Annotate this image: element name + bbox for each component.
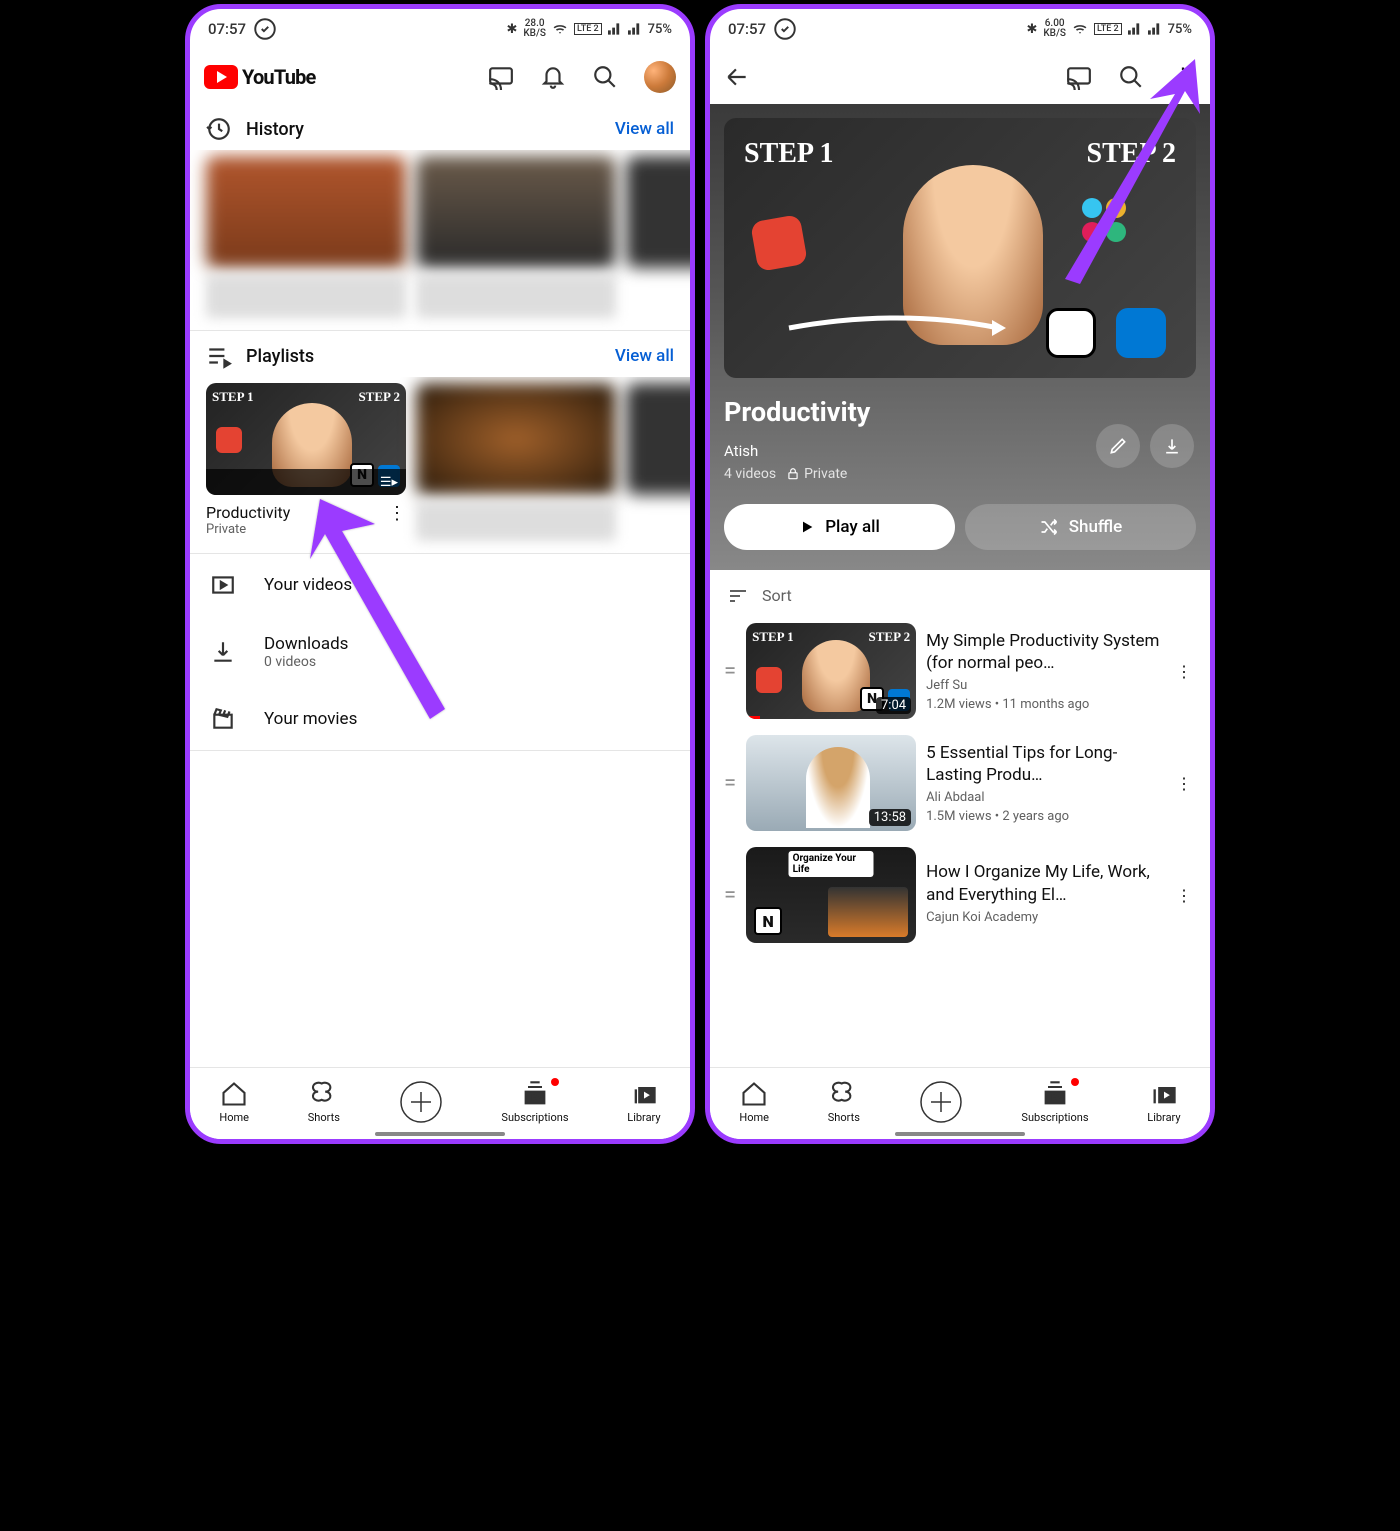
nav-shorts[interactable]: Shorts	[308, 1080, 340, 1124]
network-rate: 6.00KB/S	[1043, 19, 1066, 39]
volte-icon: LTE 2	[574, 23, 602, 35]
playlists-list[interactable]: STEP 1 STEP 2 N ☰▸ Productivity Private …	[190, 377, 690, 553]
network-rate: 28.0KB/S	[523, 19, 546, 39]
bell-icon[interactable]	[540, 64, 566, 90]
subscriptions-icon	[1041, 1080, 1069, 1108]
edit-button[interactable]	[1096, 424, 1140, 468]
nav-home[interactable]: Home	[219, 1080, 249, 1124]
video-more-icon[interactable]: ⋮	[1172, 882, 1196, 909]
status-bar: 07:57 ✱ 28.0KB/S LTE 2 75%	[190, 9, 690, 49]
movies-item[interactable]: Your movies	[190, 688, 690, 751]
library-icon	[1150, 1080, 1178, 1108]
nav-create[interactable]	[919, 1080, 963, 1124]
playlist-title: Productivity	[206, 503, 290, 522]
signal-icon-1	[1128, 23, 1142, 35]
search-icon[interactable]	[592, 64, 618, 90]
playlist-hero: STEP 1 STEP 2 N Productivity Atish 4 vid…	[710, 104, 1210, 570]
playlist-hero-thumb[interactable]: STEP 1 STEP 2 N	[724, 118, 1196, 378]
plus-circle-icon	[399, 1080, 443, 1124]
nav-subscriptions[interactable]: Subscriptions	[501, 1080, 568, 1124]
downloads-item[interactable]: Downloads 0 videos	[190, 616, 690, 688]
bluetooth-icon: ✱	[506, 22, 517, 37]
drag-handle-icon[interactable]: =	[724, 659, 736, 684]
shorts-icon	[830, 1080, 858, 1108]
history-icon	[206, 116, 232, 142]
playlist-card-productivity[interactable]: STEP 1 STEP 2 N ☰▸ Productivity Private …	[206, 383, 406, 541]
video-row[interactable]: = 13:58 5 Essential Tips for Long-Lastin…	[710, 727, 1210, 839]
lock-icon: Private	[786, 466, 847, 482]
bottom-nav: Home Shorts Subscriptions Library	[190, 1067, 690, 1139]
drag-handle-icon[interactable]: =	[724, 883, 736, 908]
your-videos-item[interactable]: Your videos	[190, 553, 690, 616]
volte-icon: LTE 2	[1094, 23, 1122, 35]
plus-circle-icon	[919, 1080, 963, 1124]
nav-create[interactable]	[399, 1080, 443, 1124]
youtube-logo[interactable]: YouTube	[204, 65, 316, 89]
library-icon	[630, 1080, 658, 1108]
shorts-icon	[310, 1080, 338, 1108]
alarm-check-icon	[772, 16, 798, 42]
history-list[interactable]	[190, 150, 690, 330]
play-all-button[interactable]: Play all	[724, 504, 955, 550]
video-more-icon[interactable]: ⋮	[1172, 658, 1196, 685]
video-row[interactable]: = Organize Your Life N How I Organize My…	[710, 839, 1210, 951]
playlist-sub: Private	[206, 522, 290, 537]
playlist-icon	[206, 343, 232, 369]
history-view-all[interactable]: View all	[615, 119, 674, 139]
more-icon[interactable]: ⋮	[388, 503, 406, 524]
home-icon	[740, 1080, 768, 1108]
battery-text: 75%	[1168, 22, 1192, 37]
status-time: 07:57	[208, 20, 246, 38]
nav-shorts[interactable]: Shorts	[828, 1080, 860, 1124]
alarm-check-icon	[252, 16, 278, 42]
nav-subscriptions[interactable]: Subscriptions	[1021, 1080, 1088, 1124]
download-icon	[210, 639, 236, 665]
signal-icon-2	[628, 23, 642, 35]
back-icon[interactable]	[724, 64, 750, 90]
bottom-nav: Home Shorts Subscriptions Library	[710, 1067, 1210, 1139]
battery-text: 75%	[648, 22, 672, 37]
video-more-icon[interactable]: ⋮	[1172, 770, 1196, 797]
clapper-icon	[210, 706, 236, 732]
home-icon	[220, 1080, 248, 1108]
signal-icon-2	[1148, 23, 1162, 35]
wifi-icon	[1072, 22, 1088, 36]
playlists-section-header: Playlists View all	[190, 330, 690, 377]
play-box-icon	[210, 572, 236, 598]
status-time: 07:57	[728, 20, 766, 38]
phone-right-playlist: 07:57 ✱ 6.00KB/S LTE 2 75% ⋮ STEP 1 STEP…	[705, 4, 1215, 1144]
search-icon[interactable]	[1118, 64, 1144, 90]
playlist-count: 4 videos	[724, 466, 776, 482]
cast-icon[interactable]	[1066, 64, 1092, 90]
video-row[interactable]: = STEP 1 STEP 2 N 7:04 My Simple Product…	[710, 615, 1210, 727]
subscriptions-icon	[521, 1080, 549, 1108]
more-icon[interactable]: ⋮	[1170, 64, 1196, 89]
nav-home[interactable]: Home	[739, 1080, 769, 1124]
status-bar: 07:57 ✱ 6.00KB/S LTE 2 75%	[710, 9, 1210, 49]
drag-handle-icon[interactable]: =	[724, 771, 736, 796]
app-bar: YouTube	[190, 49, 690, 104]
nav-library[interactable]: Library	[1147, 1080, 1180, 1124]
signal-icon-1	[608, 23, 622, 35]
history-section-header: History View all	[190, 104, 690, 150]
wifi-icon	[552, 22, 568, 36]
nav-library[interactable]: Library	[627, 1080, 660, 1124]
sort-button[interactable]: Sort	[710, 570, 1210, 615]
avatar[interactable]	[644, 61, 676, 93]
phone-left-library: 07:57 ✱ 28.0KB/S LTE 2 75% YouTube	[185, 4, 695, 1144]
cast-icon[interactable]	[488, 64, 514, 90]
bluetooth-icon: ✱	[1026, 22, 1037, 37]
playlists-view-all[interactable]: View all	[615, 346, 674, 366]
download-button[interactable]	[1150, 424, 1194, 468]
shuffle-button[interactable]: Shuffle	[965, 504, 1196, 550]
app-bar: ⋮	[710, 49, 1210, 104]
